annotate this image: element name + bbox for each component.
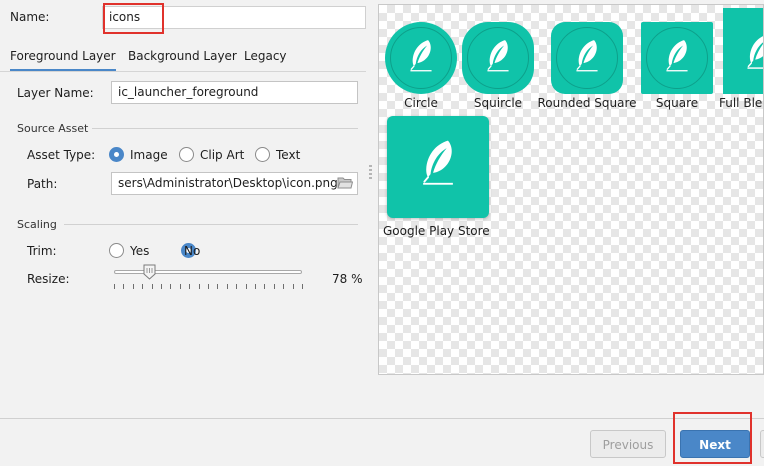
name-highlight-box: [103, 3, 164, 34]
slider-tick: [114, 284, 115, 289]
slider-tick: [142, 284, 144, 289]
resize-slider-track: [114, 270, 302, 274]
splitter-handle[interactable]: [369, 165, 372, 183]
icon-preview-panel: Circle Squircle Rounded Square Square Fu…: [378, 4, 764, 375]
asset-type-image-radio[interactable]: [109, 147, 124, 162]
tab-foreground-layer[interactable]: Foreground Layer: [10, 49, 116, 71]
next-highlight-box: [673, 412, 752, 464]
full-bleed-layers-icon: [723, 8, 763, 94]
rounded-square-icon: [551, 22, 623, 94]
cancel-button-edge[interactable]: [760, 430, 764, 458]
previous-button[interactable]: Previous: [590, 430, 666, 458]
source-asset-divider: [92, 128, 358, 129]
squircle-icon: [462, 22, 534, 94]
layer-name-label: Layer Name:: [17, 86, 94, 100]
asset-type-clip-art-radio[interactable]: [179, 147, 194, 162]
asset-type-text-label[interactable]: Text: [276, 148, 300, 162]
path-label: Path:: [27, 177, 58, 191]
slider-tick: [217, 284, 219, 289]
footer-divider: [0, 418, 764, 419]
name-label: Name:: [10, 10, 50, 24]
trim-yes-radio[interactable]: [109, 243, 124, 258]
slider-tick: [292, 284, 294, 289]
asset-type-label: Asset Type:: [27, 148, 96, 162]
asset-type-text-radio[interactable]: [255, 147, 270, 162]
google-play-store-icon: [387, 116, 489, 218]
icon-caption-google-play-store: Google Play Store: [383, 224, 490, 238]
scaling-title: Scaling: [17, 218, 57, 231]
tabs-divider: [0, 71, 366, 72]
layer-tabs: Foreground Layer Background Layer Legacy: [0, 44, 366, 72]
square-icon: [641, 22, 713, 94]
trim-no-label[interactable]: No: [184, 244, 200, 258]
slider-tick: [189, 284, 191, 289]
icon-caption-full-bleed-layers: Full Bleed Layers: [719, 96, 763, 110]
slider-tick: [255, 284, 256, 289]
slider-tick: [198, 284, 200, 289]
slider-tick: [161, 284, 162, 289]
folder-icon[interactable]: [337, 176, 354, 190]
slider-tick: [302, 284, 303, 289]
slider-tick: [264, 284, 266, 289]
icon-caption-circle: Circle: [404, 96, 438, 110]
tab-background-layer[interactable]: Background Layer: [128, 49, 237, 63]
icon-caption-squircle: Squircle: [473, 96, 523, 110]
path-value: sers\Administrator\Desktop\icon.png: [118, 176, 338, 190]
resize-slider[interactable]: [112, 262, 306, 292]
resize-label: Resize:: [27, 272, 70, 286]
slider-tick: [283, 284, 285, 289]
slider-tick: [208, 284, 209, 289]
slider-tick: [132, 284, 134, 289]
asset-type-clip-art-label[interactable]: Clip Art: [200, 148, 244, 162]
layer-name-input[interactable]: ic_launcher_foreground: [111, 81, 358, 104]
resize-slider-ticks: [114, 284, 303, 290]
layer-name-value: ic_launcher_foreground: [118, 85, 259, 99]
slider-tick: [226, 284, 228, 289]
slider-tick: [236, 284, 238, 289]
slider-tick: [123, 284, 125, 289]
source-asset-title: Source Asset: [17, 122, 89, 135]
slider-tick: [179, 284, 181, 289]
trim-label: Trim:: [27, 244, 57, 258]
icon-caption-rounded-square: Rounded Square: [537, 96, 637, 110]
trim-yes-label[interactable]: Yes: [130, 244, 149, 258]
circle-icon: [385, 22, 457, 94]
resize-value: 78 %: [332, 272, 363, 286]
tab-legacy[interactable]: Legacy: [244, 49, 287, 63]
path-input[interactable]: sers\Administrator\Desktop\icon.png: [111, 172, 358, 195]
scaling-divider: [64, 224, 358, 225]
slider-tick: [245, 284, 247, 289]
slider-tick: [151, 284, 153, 289]
slider-tick: [170, 284, 172, 289]
icon-caption-square: Square: [655, 96, 699, 110]
resize-slider-thumb[interactable]: [143, 264, 156, 280]
slider-tick: [273, 284, 275, 289]
asset-type-image-label[interactable]: Image: [130, 148, 168, 162]
